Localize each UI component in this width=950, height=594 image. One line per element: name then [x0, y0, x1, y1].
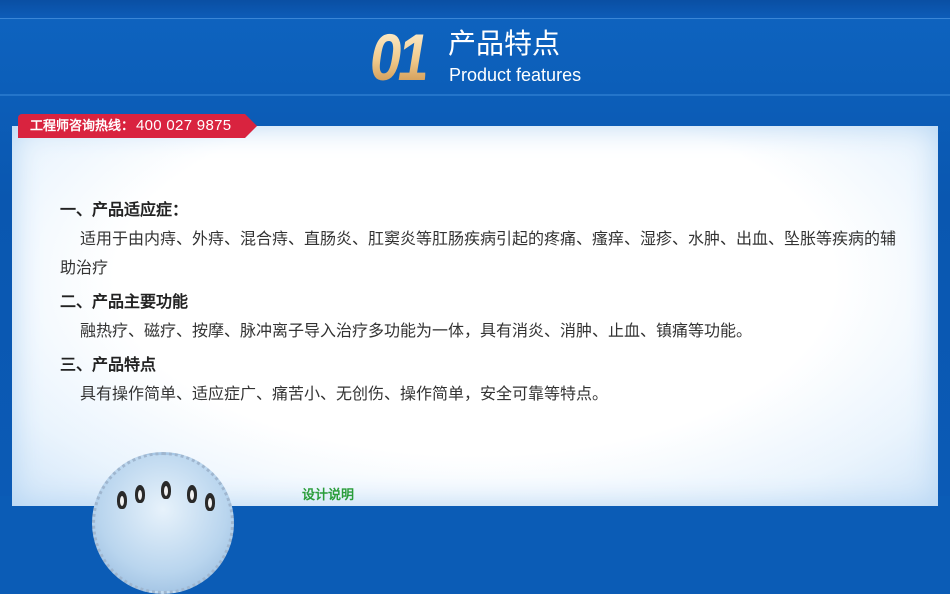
penguin-icon — [161, 481, 171, 499]
section-header: 01 产品特点 Product features — [370, 22, 630, 92]
section-title-en: Product features — [449, 65, 582, 85]
section-title-cn: 产品特点 — [448, 27, 561, 60]
penguin-icon — [135, 485, 145, 503]
design-note-label: 设计说明 — [302, 488, 355, 503]
penguin-image — [92, 452, 234, 594]
section-features-title: 三、产品特点 — [60, 355, 157, 374]
top-stripe — [0, 0, 950, 19]
hotline-banner: 工程师咨询热线： 400 027 9875 — [18, 114, 258, 138]
hotline-phone[interactable]: 400 027 9875 — [136, 117, 231, 134]
section-functions-title: 二、产品主要功能 — [60, 292, 189, 311]
feature-list: 一、产品适应症： 适用于由内痔、外痔、混合痔、直肠炎、肛窦炎等肛肠疾病引起的疼痛… — [60, 196, 900, 414]
header-divider — [0, 94, 950, 96]
hotline-label: 工程师咨询热线： — [30, 119, 135, 134]
section-features-body: 具有操作简单、适应症广、痛苦小、无创伤、操作简单，安全可靠等特点。 — [80, 384, 609, 403]
section-functions-body: 融热疗、磁疗、按摩、脉冲离子导入治疗多功能为一体，具有消炎、消肿、止血、镇痛等功… — [80, 321, 753, 340]
penguin-icon — [187, 485, 197, 503]
penguin-icon — [117, 491, 127, 509]
section-indications-body: 适用于由内痔、外痔、混合痔、直肠炎、肛窦炎等肛肠疾病引起的疼痛、瘙痒、湿疹、水肿… — [60, 229, 897, 277]
section-number: 01 — [370, 20, 429, 94]
section-indications-title: 一、产品适应症： — [60, 200, 189, 219]
